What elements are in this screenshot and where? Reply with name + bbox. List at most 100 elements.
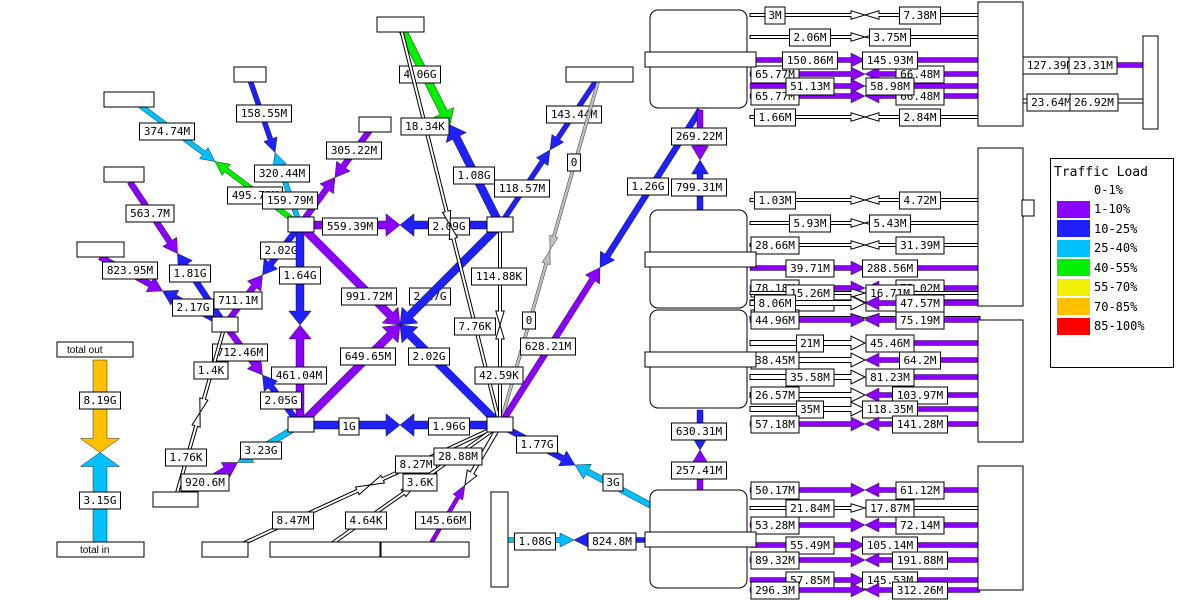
legend-range-label: 55-70% [1094,280,1138,295]
bandwidth-value: 461.04M [276,369,323,382]
legend-row: 0-1% [1057,180,1173,200]
bandwidth-label: 57.18M [750,415,800,434]
bandwidth-label: 2.17G [172,298,214,317]
bandwidth-value: 5.93M [793,217,826,230]
bandwidth-value: 374.74M [144,125,191,138]
bandwidth-label: 5.43M [869,214,911,233]
bandwidth-label: 18.34K [400,117,450,136]
legend-range-label: 10-25% [1094,221,1138,236]
bandwidth-value: 75.19M [900,314,940,327]
bandwidth-value: 23.31M [1073,59,1113,72]
bandwidth-label: 118.35M [862,400,918,419]
bandwidth-label: 21M [796,334,824,353]
bandwidth-value: 1.77G [520,438,553,451]
bandwidth-label: 89.32M [750,551,800,570]
bandwidth-label: 711.1M [213,291,263,310]
legend-swatch [1057,317,1090,335]
bandwidth-label: 0 [522,311,536,330]
bandwidth-value: 35.58M [790,371,830,384]
bandwidth-value: 55.49M [790,539,830,552]
bandwidth-label: 563.7M [125,204,175,223]
bandwidth-value: 2.05G [264,394,297,407]
bandwidth-label: 145.93M [862,51,918,70]
bandwidth-label: 2.06M [789,28,831,47]
bandwidth-value: 53.28M [755,519,795,532]
bandwidth-label: 628.21M [520,337,576,356]
bandwidth-value: 72.14M [900,519,940,532]
bandwidth-label: 374.74M [139,122,195,141]
bandwidth-label: 461.04M [271,366,327,385]
bandwidth-label: 143.44M [546,105,602,124]
bandwidth-value: 141.28M [897,418,944,431]
bandwidth-label: 2.84M [899,108,941,127]
legend-swatch [1057,239,1090,257]
bandwidth-value: 3.15G [83,494,116,507]
bandwidth-label: 1.03M [754,191,796,210]
router-node [287,416,315,433]
bandwidth-label: 991.72M [341,287,397,306]
bandwidth-value: 2.02G [264,244,297,257]
bandwidth-value: 1.66M [758,111,791,124]
router-node [287,216,315,233]
bandwidth-value: 563.7M [130,207,170,220]
bandwidth-label: 42.59K [474,366,524,385]
bandwidth-value: 3.23G [244,444,277,457]
bandwidth-value: 0 [571,156,578,169]
bandwidth-label: 118.57M [494,179,550,198]
bandwidth-value: 23.64M [1031,96,1071,109]
router-node [376,16,425,33]
router-node [358,116,392,133]
bandwidth-label: 50.17M [750,481,800,500]
legend-row: 10-25% [1057,219,1173,239]
router-node [486,416,514,433]
bandwidth-label: 31.39M [895,236,945,255]
legend-range-label: 70-85% [1094,299,1138,314]
bandwidth-value: 8.47M [276,514,309,527]
router-node [103,166,145,183]
bandwidth-label: 23.64M [1026,93,1076,112]
bandwidth-value: 320.44M [259,167,306,180]
bandwidth-label: 296.3M [750,581,800,600]
legend-swatch [1057,181,1090,199]
router-node [490,491,509,588]
bandwidth-value: 39.71M [790,262,830,275]
bandwidth-value: 628.21M [525,340,572,353]
bandwidth-value: 3G [606,476,619,489]
legend-row: 1-10% [1057,200,1173,220]
router-node [565,66,634,83]
switch-node [977,465,1024,591]
bandwidth-value: 269.22M [676,130,723,143]
bandwidth-value: 3M [768,9,782,22]
bandwidth-label: 191.88M [892,551,948,570]
router-node [152,491,199,508]
bandwidth-label: 3G [602,473,624,492]
bandwidth-label: 45.46M [865,334,915,353]
switch-node [977,1,1024,127]
bandwidth-label: 649.65M [340,347,396,366]
bandwidth-value: 145.93M [867,54,914,67]
legend-row: 70-85% [1057,297,1173,317]
bandwidth-value: 51.13M [790,80,830,93]
bandwidth-label: 1.77G [516,435,558,454]
bandwidth-label: 288.56M [862,259,918,278]
bandwidth-value: 42.59K [479,369,519,382]
router-node [233,66,267,83]
legend-range-label: 25-40% [1094,241,1138,256]
bandwidth-label: 141.28M [892,415,948,434]
bandwidth-value: 799.31M [676,181,723,194]
bandwidth-value: 3.75M [873,31,906,44]
bandwidth-value: 2.02G [412,350,445,363]
bandwidth-value: 44.96M [755,314,795,327]
bandwidth-value: 0 [526,314,533,327]
bandwidth-value: 288.56M [867,262,914,275]
total-in-value: 3.15G [79,491,121,510]
legend-swatch [1057,298,1090,316]
bandwidth-value: 2.84M [903,111,936,124]
legend-row: 40-55% [1057,258,1173,278]
bandwidth-value: 64.2M [903,354,936,367]
bandwidth-value: 2.17G [176,301,209,314]
legend-swatch [1057,220,1090,238]
bandwidth-value: 28.66M [755,239,795,252]
bandwidth-value: 1G [342,420,355,433]
bandwidth-value: 4.64K [349,514,382,527]
